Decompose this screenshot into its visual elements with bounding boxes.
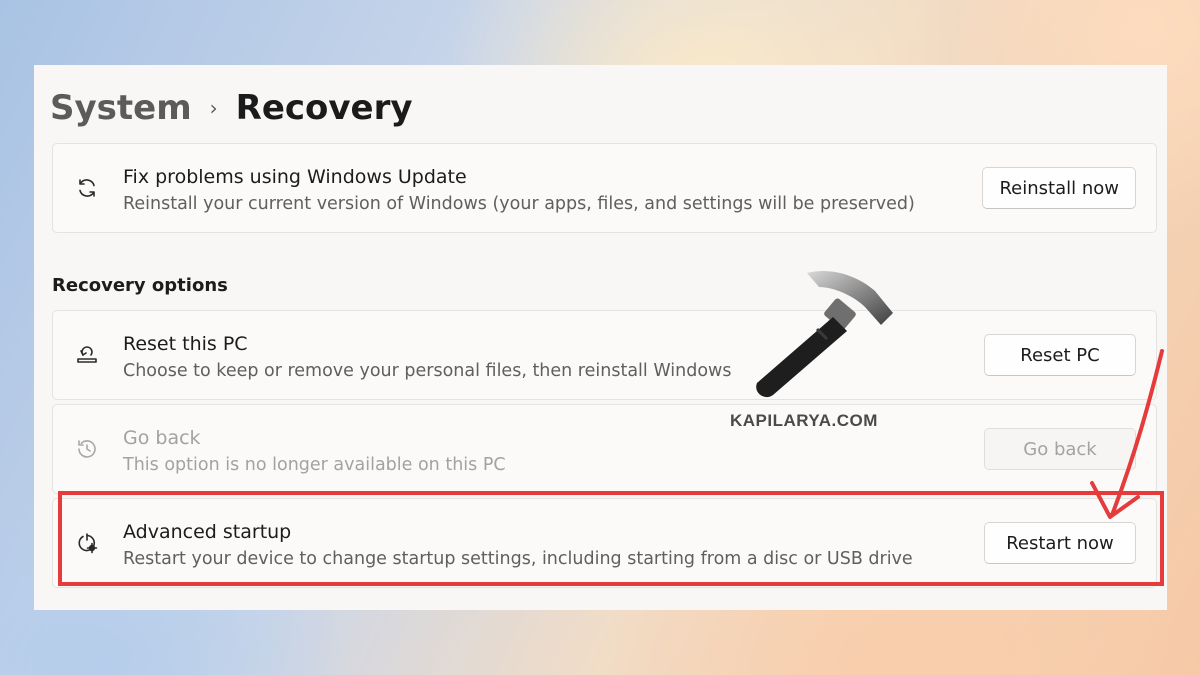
reset-pc-title: Reset this PC bbox=[123, 333, 248, 355]
refresh-icon bbox=[75, 176, 99, 200]
restart-now-button[interactable]: Restart now bbox=[984, 522, 1136, 564]
reset-pc-card: Reset this PC Choose to keep or remove y… bbox=[52, 310, 1157, 400]
advanced-startup-icon bbox=[75, 531, 99, 555]
breadcrumb: System › Recovery bbox=[50, 83, 413, 133]
advanced-startup-title: Advanced startup bbox=[123, 521, 292, 543]
watermark-text: KAPILARYA.COM bbox=[730, 411, 878, 430]
fix-problems-title: Fix problems using Windows Update bbox=[123, 166, 467, 188]
reset-pc-description: Choose to keep or remove your personal f… bbox=[123, 361, 732, 381]
advanced-startup-description: Restart your device to change startup se… bbox=[123, 549, 913, 569]
reinstall-now-button[interactable]: Reinstall now bbox=[982, 167, 1136, 209]
advanced-startup-card: Advanced startup Restart your device to … bbox=[52, 498, 1157, 588]
hammer-icon bbox=[756, 271, 893, 398]
go-back-button[interactable]: Go back bbox=[984, 428, 1136, 470]
recovery-options-heading: Recovery options bbox=[52, 275, 228, 296]
go-back-description: This option is no longer available on th… bbox=[123, 455, 506, 475]
breadcrumb-system[interactable]: System bbox=[50, 88, 192, 128]
reset-pc-icon bbox=[75, 343, 99, 367]
settings-window: System › Recovery Fix problems using Win… bbox=[34, 65, 1167, 610]
breadcrumb-chevron-icon: › bbox=[209, 96, 218, 120]
history-icon bbox=[75, 437, 99, 461]
fix-problems-card: Fix problems using Windows Update Reinst… bbox=[52, 143, 1157, 233]
page-title: Recovery bbox=[235, 88, 413, 128]
fix-problems-description: Reinstall your current version of Window… bbox=[123, 194, 915, 214]
reset-pc-button[interactable]: Reset PC bbox=[984, 334, 1136, 376]
go-back-card: Go back This option is no longer availab… bbox=[52, 404, 1157, 494]
go-back-title: Go back bbox=[123, 427, 201, 449]
